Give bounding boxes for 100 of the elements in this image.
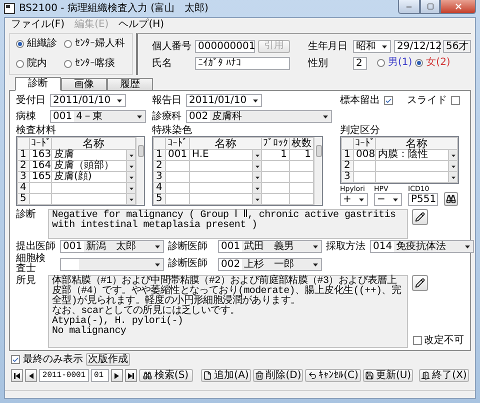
- hpv-dropdown[interactable]: −: [374, 193, 402, 206]
- patient-id-field[interactable]: 000000001: [195, 40, 255, 52]
- app-icon: [4, 3, 15, 14]
- table-cell-text: 001: [167, 150, 188, 160]
- dropdown-button[interactable]: [126, 150, 135, 160]
- previous-record-button[interactable]: [25, 369, 37, 382]
- ward-dropdown[interactable]: 001 4－東: [50, 110, 146, 123]
- maximize-button[interactable]: [420, 0, 440, 14]
- field-label: 報告日: [152, 95, 182, 106]
- edit-button[interactable]: [412, 209, 428, 225]
- table-cell-text: 内膜：陰性: [377, 150, 429, 160]
- table-cell-text: H.E: [191, 150, 210, 160]
- dropdown-button[interactable]: [252, 194, 261, 204]
- table-cell-text: 163: [31, 150, 52, 160]
- table-cell-text: 164: [31, 161, 52, 171]
- field-label: 採取方法: [326, 242, 366, 252]
- scrollbar[interactable]: [314, 137, 322, 205]
- checkbox-label: 標本留出: [340, 95, 380, 106]
- radio-button[interactable]: [415, 59, 424, 67]
- field-label: 受付日: [16, 95, 46, 106]
- delete-button[interactable]: 削除(D): [253, 369, 303, 382]
- column-header: 名称: [82, 137, 104, 150]
- checkbox[interactable]: [384, 96, 393, 105]
- dropdown-button[interactable]: [252, 172, 261, 182]
- radio-label: 院内: [27, 58, 47, 70]
- skip-back-icon: [13, 372, 21, 380]
- dropdown-button[interactable]: [126, 194, 135, 204]
- checkbox[interactable]: [11, 355, 20, 364]
- patient-name-field[interactable]: ﾆｲｶﾞﾀ ﾊﾅｺ: [195, 56, 290, 70]
- tab[interactable]: 履歴: [107, 78, 153, 90]
- date-dropdown[interactable]: 2011/01/10: [186, 94, 262, 107]
- menu-item[interactable]: ヘルプ(H): [118, 19, 164, 31]
- radio-button[interactable]: [64, 40, 72, 48]
- radio-button[interactable]: [377, 59, 385, 67]
- dropdown-button[interactable]: [252, 183, 261, 193]
- staff-dropdown[interactable]: 014 免疫抗体法: [370, 240, 474, 253]
- exit-button[interactable]: 終了(X): [419, 369, 469, 382]
- first-record-button[interactable]: [11, 369, 23, 382]
- row-number: 4: [155, 183, 164, 193]
- checkbox[interactable]: [413, 336, 422, 345]
- triangle-left-icon: [27, 372, 35, 380]
- radio-button[interactable]: [64, 60, 72, 68]
- sex-code-field[interactable]: 2: [353, 56, 367, 70]
- checkbox-label: スライド: [407, 95, 447, 106]
- dropdown-button[interactable]: [448, 150, 457, 160]
- last-record-button[interactable]: [125, 369, 137, 382]
- staff-dropdown[interactable]: 001 武田 義男: [218, 240, 322, 253]
- radio-button[interactable]: [16, 40, 24, 48]
- hpylori-dropdown[interactable]: +: [340, 193, 368, 206]
- group-label: 判定区分: [340, 125, 380, 136]
- date-dropdown[interactable]: 2011/01/10: [50, 94, 126, 107]
- field-label: 性別: [308, 58, 329, 68]
- era-dropdown[interactable]: 昭和: [353, 40, 391, 52]
- dropdown-button[interactable]: [126, 183, 135, 193]
- dropdown-button[interactable]: [448, 161, 457, 171]
- search-button[interactable]: [444, 192, 458, 206]
- row-number: 4: [19, 183, 28, 193]
- dropdown-button[interactable]: [126, 161, 135, 171]
- scrollbar[interactable]: [136, 137, 144, 205]
- dropdown-button[interactable]: [252, 161, 261, 171]
- tab[interactable]: 画像: [61, 78, 107, 90]
- findings-text[interactable]: 体部粘膜（#1）および中間帯粘膜（#2）および前庭部粘膜（#3）および表層上皮部（#4）です。やや萎縮性となっており(moderate)、腸上皮化生((++)、完全型)が見られます。軽度の小円形細胞浸潤があります。 なお、scarとしての所見には乏しいです。 Atypia(-), H. pylori(-) No malignancy: [48, 275, 408, 348]
- menu-item[interactable]: ファイル(F): [11, 19, 65, 31]
- next-record-button[interactable]: [111, 369, 123, 382]
- add-button[interactable]: 追加(A): [201, 369, 251, 382]
- radio-label: 男(1): [388, 57, 412, 69]
- dropdown-button[interactable]: [448, 172, 457, 182]
- pencil-icon: [415, 278, 425, 288]
- radio-label: ｾﾝﾀｰ喀痰: [75, 58, 115, 70]
- door-icon: [421, 371, 430, 380]
- checkbox[interactable]: [451, 96, 460, 105]
- field-label: 診療科: [152, 111, 182, 122]
- search-button[interactable]: 検索(S): [139, 369, 193, 382]
- field-label: 診断医師: [168, 242, 208, 252]
- column-header: 名称: [214, 137, 236, 150]
- checkbox-label: 最終のみ表示: [23, 354, 83, 365]
- row-number: 5: [19, 194, 28, 204]
- row-number: 1: [19, 150, 28, 160]
- cancel-button[interactable]: ｷｬﾝｾﾙ(C): [305, 369, 361, 382]
- next-version-button[interactable]: 次版作成: [86, 353, 130, 366]
- dropdown-button[interactable]: [252, 150, 261, 160]
- department-dropdown[interactable]: 002 皮膚科: [186, 110, 332, 123]
- radio-label: 女(2): [426, 57, 450, 69]
- close-button[interactable]: [440, 0, 476, 14]
- maximize-icon: [426, 3, 434, 10]
- trash-icon: [254, 371, 264, 380]
- icd10-field[interactable]: P551: [408, 193, 438, 206]
- update-button[interactable]: 更新(U): [363, 369, 413, 382]
- edit-button[interactable]: [412, 275, 428, 291]
- birth-date-field[interactable]: 29/12/12: [394, 40, 440, 52]
- version-field[interactable]: 01: [91, 369, 109, 382]
- minimize-button[interactable]: [398, 0, 420, 14]
- row-number: 2: [155, 161, 164, 171]
- radio-button[interactable]: [16, 60, 24, 68]
- dropdown-button[interactable]: [126, 172, 135, 182]
- record-number-field[interactable]: 2011-0001: [39, 369, 89, 382]
- close-icon: [454, 2, 462, 11]
- table-cell-text: 008: [355, 150, 376, 160]
- tab[interactable]: 診断: [15, 77, 61, 91]
- diagnosis-text[interactable]: Negative for malignancy ( Group Ⅰ Ⅱ, chronic active gastritis with intestinal metaplasia present ): [48, 209, 408, 239]
